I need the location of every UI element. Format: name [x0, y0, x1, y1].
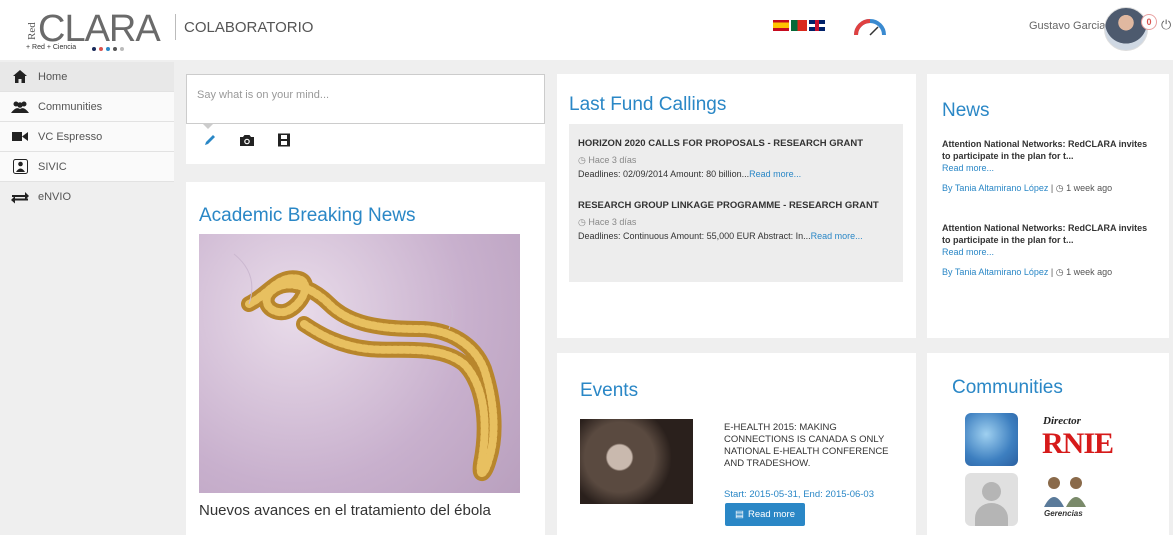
fund-item-age: ◷ Hace 3 días — [578, 155, 637, 165]
news-title: News — [942, 100, 990, 121]
power-icon[interactable]: ⏻ — [1161, 17, 1171, 33]
transfer-icon — [10, 190, 30, 204]
sidebar-item-sivic[interactable]: SIVIC — [0, 152, 174, 182]
redclara-logo[interactable]: Red CLARA + Red + Ciencia — [26, 8, 161, 56]
read-more-button[interactable]: ▤ Read more — [725, 503, 805, 526]
community-thumbnail[interactable]: Director RNIE — [1040, 413, 1114, 466]
community-thumbnail[interactable] — [965, 413, 1018, 466]
sidebar-item-label: eNVIO — [38, 191, 72, 203]
clock-icon: ◷ — [578, 217, 589, 227]
fund-item-title[interactable]: HORIZON 2020 CALLS FOR PROPOSALS - RESEA… — [578, 137, 896, 150]
news-card: News Attention National Networks: RedCLA… — [927, 74, 1169, 338]
academic-news-title[interactable]: Academic Breaking News — [199, 205, 415, 227]
fund-item-details: Deadlines: 02/09/2014 Amount: 80 billion… — [578, 169, 802, 179]
read-more-label: Read more — [747, 509, 795, 520]
camera-icon[interactable] — [239, 134, 255, 152]
read-more-link[interactable]: Read more... — [942, 246, 1157, 258]
community-thumb-text: Gerencias — [1044, 509, 1083, 518]
fund-item-title[interactable]: RESEARCH GROUP LINKAGE PROGRAMME - RESEA… — [578, 199, 896, 212]
event-description[interactable]: E-HEALTH 2015: MAKING CONNECTIONS IS CAN… — [724, 422, 909, 470]
event-image[interactable] — [580, 419, 693, 504]
news-item-meta: By Tania Altamirano López | ◷ 1 week ago — [942, 267, 1113, 277]
community-thumb-text: Director — [1043, 415, 1081, 427]
clock-icon: ◷ — [1055, 183, 1064, 193]
users-icon — [10, 100, 30, 114]
sidebar: Home Communities VC Espresso SIVIC eNVIO — [0, 62, 174, 212]
post-actions — [203, 133, 291, 152]
post-input[interactable]: Say what is on your mind... — [186, 74, 545, 124]
news-caption[interactable]: Nuevos avances en el tratamiento del ébo… — [199, 502, 491, 519]
language-selector — [773, 20, 825, 31]
fund-item-details: Deadlines: Continuous Amount: 55,000 EUR… — [578, 231, 863, 241]
pencil-icon[interactable] — [203, 133, 217, 152]
sidebar-item-label: Communities — [38, 100, 103, 113]
logo-tagline: + Red + Ciencia — [26, 44, 77, 51]
author-link[interactable]: By Tania Altamirano López — [942, 183, 1048, 193]
logo-dots — [92, 47, 124, 51]
community-thumbnail[interactable]: Gerencias — [1040, 473, 1093, 526]
clock-icon: ◷ — [1055, 267, 1064, 277]
spain-flag-icon[interactable] — [773, 20, 789, 31]
list-item[interactable]: HORIZON 2020 CALLS FOR PROPOSALS - RESEA… — [578, 137, 896, 180]
list-item: Attention National Networks: RedCLARA in… — [942, 138, 1157, 194]
user-name[interactable]: Gustavo Garcia — [1029, 20, 1105, 32]
sidebar-item-communities[interactable]: Communities — [0, 92, 174, 122]
events-title: Events — [580, 380, 639, 401]
news-item-meta: By Tania Altamirano López | ◷ 1 week ago — [942, 183, 1113, 193]
sivic-icon — [10, 159, 30, 174]
sidebar-item-home[interactable]: Home — [0, 62, 174, 92]
header-divider — [175, 14, 176, 40]
portugal-flag-icon[interactable] — [791, 20, 807, 31]
list-item: Attention National Networks: RedCLARA in… — [942, 222, 1157, 278]
event-dates: Start: 2015-05-31, End: 2015-06-03 — [724, 489, 874, 500]
community-thumbnail[interactable] — [965, 473, 1018, 526]
list-item[interactable]: RESEARCH GROUP LINKAGE PROGRAMME - RESEA… — [578, 199, 896, 242]
fund-list: HORIZON 2020 CALLS FOR PROPOSALS - RESEA… — [569, 124, 903, 282]
calendar-icon: ▤ — [735, 509, 744, 520]
post-pointer — [202, 123, 214, 129]
home-icon — [10, 70, 30, 84]
ebola-virus-image[interactable] — [199, 234, 520, 493]
news-item-title[interactable]: Attention National Networks: RedCLARA in… — [942, 138, 1157, 162]
sidebar-item-label: Home — [38, 70, 68, 83]
sidebar-item-label: VC Espresso — [38, 130, 103, 143]
user-avatar[interactable] — [1104, 7, 1148, 51]
fund-callings-card: Last Fund Callings HORIZON 2020 CALLS FO… — [557, 74, 916, 338]
read-more-link[interactable]: Read more... — [942, 162, 1157, 174]
post-composer: Say what is on your mind... — [186, 74, 545, 164]
fund-callings-title: Last Fund Callings — [569, 94, 727, 115]
clock-icon: ◷ — [578, 155, 589, 165]
fund-item-age: ◷ Hace 3 días — [578, 217, 637, 227]
communities-card: Communities Director RNIE Gerencias — [927, 353, 1169, 535]
logo-red-text: Red — [26, 22, 38, 40]
communities-title: Communities — [952, 377, 1063, 398]
read-more-link[interactable]: Read more... — [811, 231, 863, 241]
sidebar-item-vc-espresso[interactable]: VC Espresso — [0, 122, 174, 152]
app-title: COLABORATORIO — [184, 19, 314, 36]
sidebar-item-envio[interactable]: eNVIO — [0, 182, 174, 212]
sidebar-item-label: SIVIC — [38, 160, 67, 173]
header: Red CLARA + Red + Ciencia COLABORATORIO … — [0, 0, 1173, 60]
events-card: Events E-HEALTH 2015: MAKING CONNECTIONS… — [557, 353, 916, 535]
academic-news-card: Academic Breaking News Nuevos avances en… — [186, 182, 545, 535]
author-link[interactable]: By Tania Altamirano López — [942, 267, 1048, 277]
community-thumb-text: RNIE — [1042, 427, 1114, 460]
uk-flag-icon[interactable] — [809, 20, 825, 31]
news-item-title[interactable]: Attention National Networks: RedCLARA in… — [942, 222, 1157, 246]
read-more-link[interactable]: Read more... — [749, 169, 801, 179]
film-icon[interactable] — [277, 133, 291, 152]
video-camera-icon — [10, 130, 30, 144]
gauge-icon[interactable] — [852, 15, 888, 37]
notification-badge[interactable]: 0 — [1141, 14, 1157, 30]
